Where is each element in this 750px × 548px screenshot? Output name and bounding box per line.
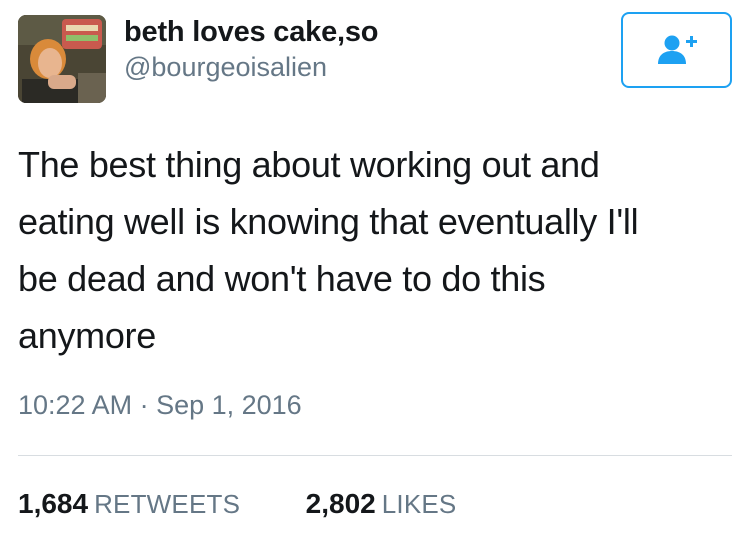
user-handle[interactable]: @bourgeoisalien (124, 51, 378, 83)
likes-stat[interactable]: 2,802 LIKES (306, 487, 457, 521)
likes-label: LIKES (381, 489, 457, 519)
name-block: beth loves cake,so @bourgeoisalien (124, 15, 379, 83)
tweet-header: beth loves cake,so @bourgeoisalien (18, 12, 732, 105)
retweets-count: 1,684 (18, 488, 89, 519)
tweet-stats: 1,684 RETWEETS 2,802 LIKES (18, 487, 456, 521)
retweets-stat[interactable]: 1,684 RETWEETS (18, 487, 240, 521)
likes-count: 2,802 (305, 488, 376, 519)
divider (18, 455, 732, 456)
tweet-card: beth loves cake,so @bourgeoisalien The b… (0, 0, 750, 548)
retweets-label: RETWEETS (94, 489, 241, 519)
follow-user-plus-icon (657, 35, 697, 64)
follow-button[interactable] (621, 12, 732, 88)
display-name[interactable]: beth loves cake,so (124, 15, 379, 49)
avatar-image (18, 15, 106, 103)
avatar[interactable] (18, 15, 106, 103)
tweet-text: The best thing about working out and eat… (18, 144, 639, 356)
tweet-timestamp[interactable]: 10:22 AM · Sep 1, 2016 (18, 389, 302, 421)
